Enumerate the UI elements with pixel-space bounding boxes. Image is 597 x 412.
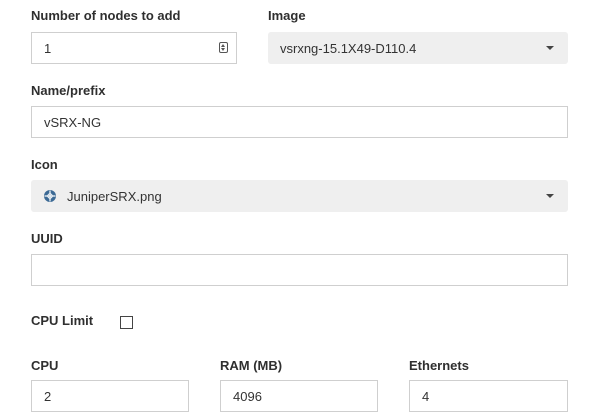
ram-label: RAM (MB)	[220, 358, 283, 373]
cpu-limit-checkbox[interactable]	[120, 316, 133, 329]
name-prefix-value: vSRX-NG	[44, 114, 102, 130]
add-node-form: Number of nodes to add 1 Image vsrxng-15…	[0, 0, 597, 412]
cpu-label: CPU	[31, 358, 59, 373]
icon-label: Icon	[31, 157, 58, 172]
nodes-count-value: 1	[44, 40, 52, 56]
chevron-down-icon	[546, 46, 554, 50]
ethernets-label: Ethernets	[409, 358, 469, 373]
uuid-input[interactable]	[31, 254, 568, 286]
ethernets-value: 4	[422, 389, 430, 404]
ethernets-input[interactable]: 4	[409, 380, 568, 412]
image-value: vsrxng-15.1X49-D110.4	[280, 40, 417, 56]
uuid-label: UUID	[31, 231, 63, 246]
image-select[interactable]: vsrxng-15.1X49-D110.4	[268, 32, 568, 64]
cpu-limit-label: CPU Limit	[31, 313, 94, 328]
name-prefix-input[interactable]: vSRX-NG	[31, 106, 568, 138]
image-label: Image	[268, 8, 306, 23]
ram-input[interactable]: 4096	[220, 380, 378, 412]
nodes-count-input[interactable]: 1	[31, 32, 237, 64]
chevron-down-icon	[546, 194, 554, 198]
name-prefix-label: Name/prefix	[31, 83, 106, 98]
cpu-input[interactable]: 2	[31, 380, 189, 412]
globe-network-icon	[43, 189, 57, 203]
nodes-count-label: Number of nodes to add	[31, 8, 181, 23]
ram-value: 4096	[233, 389, 262, 404]
stepper-icon[interactable]	[219, 42, 228, 53]
cpu-value: 2	[44, 389, 52, 404]
icon-select[interactable]: JuniperSRX.png	[31, 180, 568, 212]
icon-value: JuniperSRX.png	[67, 188, 162, 204]
